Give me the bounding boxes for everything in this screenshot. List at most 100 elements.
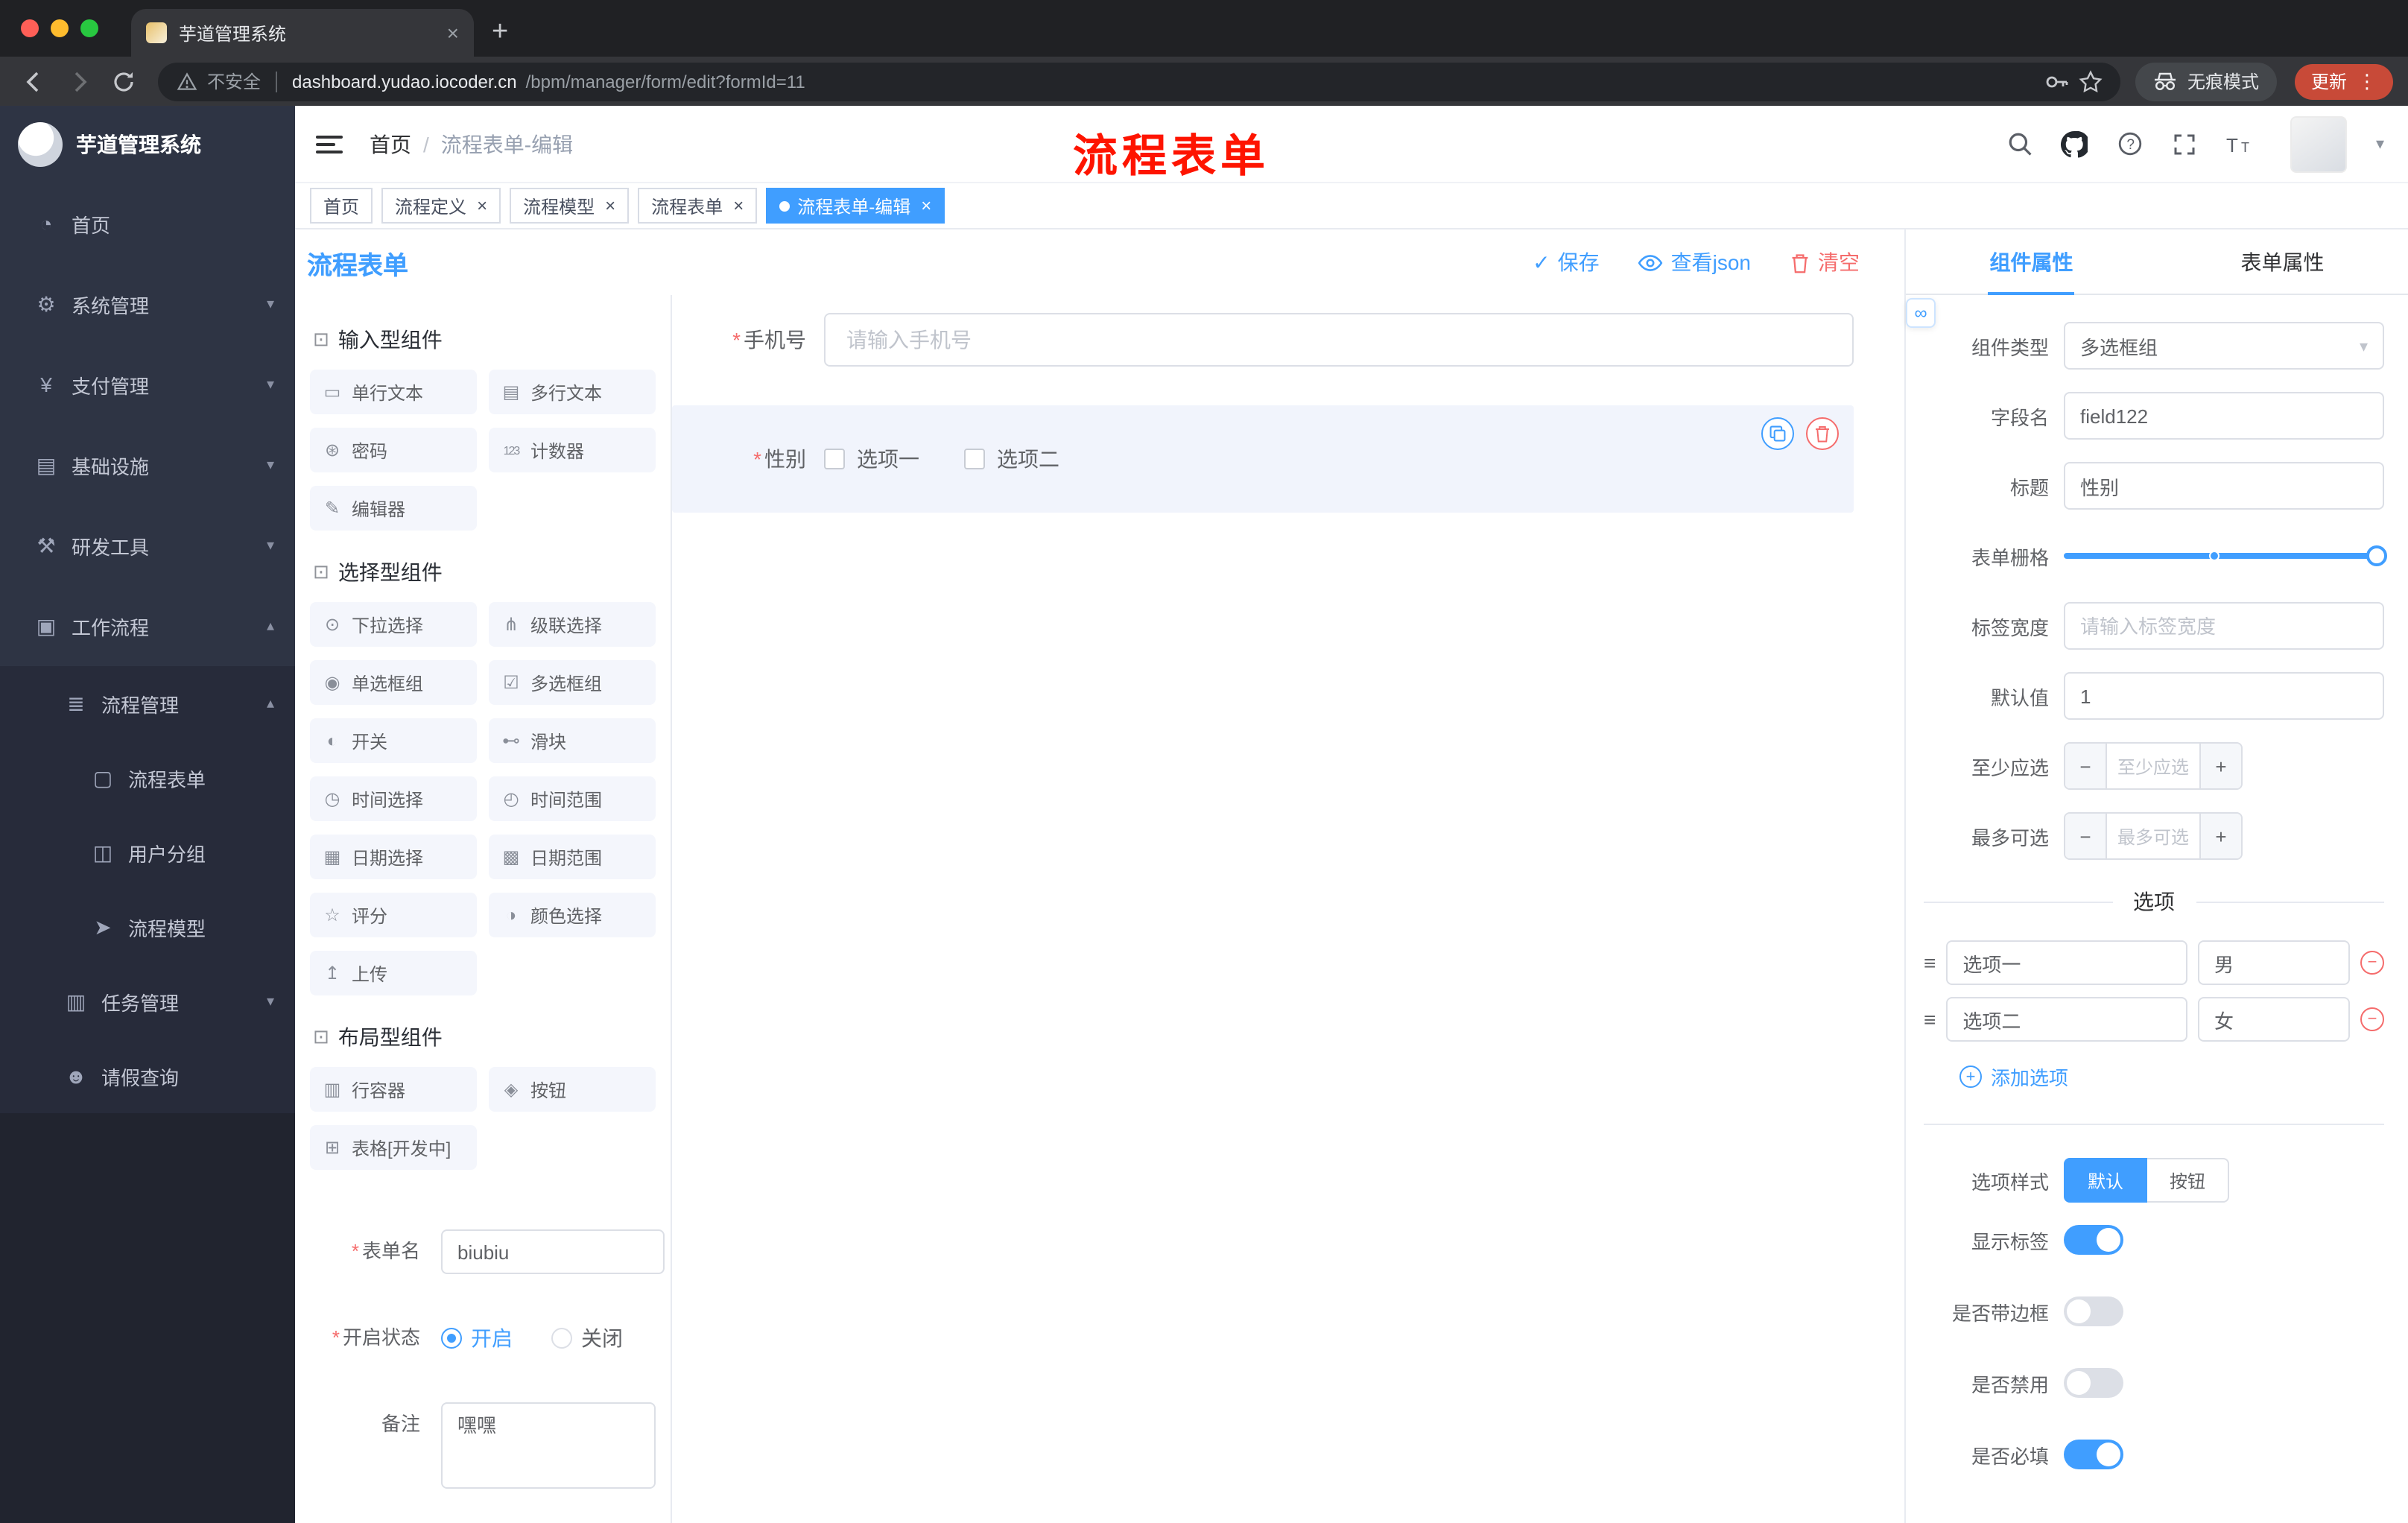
component-type-select[interactable]: 多选框组 ▾: [2064, 322, 2384, 370]
component-chip-password[interactable]: ⊛ 密码: [310, 428, 477, 472]
title-input[interactable]: [2064, 462, 2384, 510]
sidebar-item-process-model[interactable]: ➤ 流程模型: [0, 890, 295, 964]
breadcrumb-home[interactable]: 首页: [370, 129, 411, 159]
sidebar-item-system[interactable]: ⚙ 系统管理 ▾: [0, 264, 295, 344]
address-bar[interactable]: 不安全 dashboard.yudao.iocoder.cn /bpm/mana…: [158, 62, 2120, 101]
form-canvas[interactable]: *手机号 *性别 选项一选项二: [672, 295, 1904, 1523]
back-button[interactable]: [15, 62, 54, 101]
max-select-stepper[interactable]: − 最多可选 +: [2064, 812, 2243, 860]
sidebar-item-home[interactable]: ◔ 首页: [0, 183, 295, 264]
route-tab-process-definition[interactable]: 流程定义 ×: [381, 188, 501, 224]
reload-button[interactable]: [104, 62, 143, 101]
form-name-input[interactable]: [441, 1229, 665, 1274]
component-chip-date[interactable]: ▦ 日期选择: [310, 835, 477, 879]
grid-slider[interactable]: [2064, 532, 2387, 580]
default-value-input[interactable]: [2064, 672, 2384, 720]
avatar[interactable]: [2290, 115, 2348, 172]
status-off-radio[interactable]: 关闭: [551, 1323, 623, 1353]
slider-track[interactable]: [2064, 545, 2387, 566]
bookmark-star-icon[interactable]: [2079, 69, 2103, 93]
checkbox-option-1[interactable]: 选项一: [824, 444, 919, 474]
password-key-icon[interactable]: [2044, 69, 2070, 93]
remark-textarea[interactable]: 嘿嘿: [441, 1402, 656, 1489]
security-warning-icon[interactable]: [176, 71, 198, 92]
view-json-button[interactable]: 查看json: [1638, 247, 1751, 277]
save-button[interactable]: ✓ 保存: [1533, 247, 1599, 277]
checkbox-option-2[interactable]: 选项二: [964, 444, 1059, 474]
sidebar-item-devtools[interactable]: ⚒ 研发工具 ▾: [0, 505, 295, 586]
help-icon[interactable]: ?: [2117, 130, 2144, 157]
close-window-button[interactable]: [21, 19, 39, 37]
component-chip-time-range[interactable]: ◴ 时间范围: [489, 776, 656, 821]
toggle-show-label[interactable]: [2064, 1225, 2123, 1255]
route-tab-process-form-edit[interactable]: 流程表单-编辑 ×: [766, 188, 945, 224]
sidebar-item-payment[interactable]: ¥ 支付管理 ▾: [0, 344, 295, 425]
minimize-window-button[interactable]: [51, 19, 69, 37]
sidebar-item-process-form[interactable]: ▢ 流程表单: [0, 741, 295, 815]
hamburger-icon[interactable]: [316, 135, 343, 153]
increase-button[interactable]: +: [2199, 814, 2241, 858]
zoom-window-button[interactable]: [80, 19, 98, 37]
component-chip-upload[interactable]: ↥ 上传: [310, 951, 477, 995]
tab-close-icon[interactable]: ×: [921, 195, 931, 216]
tab-close-icon[interactable]: ×: [477, 195, 487, 216]
drag-icon[interactable]: ≡: [1924, 1007, 1936, 1031]
phone-input[interactable]: [824, 313, 1854, 367]
decrease-button[interactable]: −: [2065, 744, 2107, 788]
github-icon[interactable]: [2061, 130, 2088, 157]
component-chip-slider[interactable]: ⊷ 滑块: [489, 718, 656, 763]
component-chip-row[interactable]: ▥ 行容器: [310, 1067, 477, 1112]
field-name-input[interactable]: [2064, 392, 2384, 440]
toggle-required[interactable]: [2064, 1440, 2123, 1469]
route-tab-process-model[interactable]: 流程模型 ×: [510, 188, 630, 224]
component-chip-input[interactable]: ▭ 单行文本: [310, 370, 477, 414]
tab-close-icon[interactable]: ×: [447, 22, 459, 43]
component-chip-time[interactable]: ◷ 时间选择: [310, 776, 477, 821]
option-text-input[interactable]: [1946, 940, 2187, 985]
slider-handle[interactable]: [2366, 545, 2387, 566]
component-chip-color[interactable]: ◑ 颜色选择: [489, 893, 656, 937]
form-field-phone[interactable]: * 手机号: [672, 313, 1854, 367]
option-text-input[interactable]: [1946, 997, 2187, 1042]
style-default-button[interactable]: 默认: [2064, 1158, 2148, 1203]
font-size-icon[interactable]: TT: [2227, 130, 2254, 157]
avatar-caret-icon[interactable]: ▾: [2376, 134, 2384, 153]
checkbox-icon[interactable]: [964, 449, 985, 469]
drag-icon[interactable]: ≡: [1924, 951, 1936, 975]
component-chip-select[interactable]: ⊙ 下拉选择: [310, 602, 477, 647]
component-chip-rate[interactable]: ☆ 评分: [310, 893, 477, 937]
remove-option-button[interactable]: −: [2360, 1007, 2384, 1031]
increase-button[interactable]: +: [2199, 744, 2241, 788]
forward-button[interactable]: [60, 62, 98, 101]
sidebar-item-user-group[interactable]: ◫ 用户分组: [0, 815, 295, 890]
component-chip-button[interactable]: ◈ 按钮: [489, 1067, 656, 1112]
component-chip-checkbox-group[interactable]: ☑ 多选框组: [489, 660, 656, 705]
route-tab-home[interactable]: 首页: [310, 188, 373, 224]
component-chip-table[interactable]: ⊞ 表格[开发中]: [310, 1125, 477, 1170]
remove-option-button[interactable]: −: [2360, 951, 2384, 975]
sidebar-item-process-mgmt[interactable]: ≣ 流程管理 ▴: [0, 666, 295, 741]
component-chip-textarea[interactable]: ▤ 多行文本: [489, 370, 656, 414]
tab-component-props[interactable]: 组件属性: [1906, 229, 2157, 294]
option-value-input[interactable]: [2198, 940, 2350, 985]
delete-field-button[interactable]: [1806, 417, 1839, 450]
fullscreen-icon[interactable]: [2172, 130, 2199, 157]
label-width-input[interactable]: [2064, 602, 2384, 650]
component-chip-date-range[interactable]: ▩ 日期范围: [489, 835, 656, 879]
form-field-gender[interactable]: * 性别 选项一 选项二: [672, 405, 1854, 513]
tab-form-props[interactable]: 表单属性: [2157, 229, 2408, 294]
min-select-stepper[interactable]: − 至少应选 +: [2064, 742, 2243, 790]
browser-menu-icon[interactable]: ⋮: [2357, 69, 2377, 93]
add-option-button[interactable]: + 添加选项: [1959, 1063, 2384, 1091]
toggle-border[interactable]: [2064, 1296, 2123, 1326]
route-tab-process-form[interactable]: 流程表单 ×: [638, 188, 758, 224]
component-chip-cascader[interactable]: ⋔ 级联选择: [489, 602, 656, 647]
tab-close-icon[interactable]: ×: [605, 195, 615, 216]
checkbox-icon[interactable]: [824, 449, 845, 469]
decrease-button[interactable]: −: [2065, 814, 2107, 858]
component-chip-counter[interactable]: 123 计数器: [489, 428, 656, 472]
sidebar-item-infra[interactable]: ▤ 基础设施 ▾: [0, 425, 295, 505]
link-icon[interactable]: ∞: [1906, 298, 1936, 328]
component-chip-radio-group[interactable]: ◉ 单选框组: [310, 660, 477, 705]
browser-tab[interactable]: 芋道管理系统 ×: [131, 9, 474, 57]
